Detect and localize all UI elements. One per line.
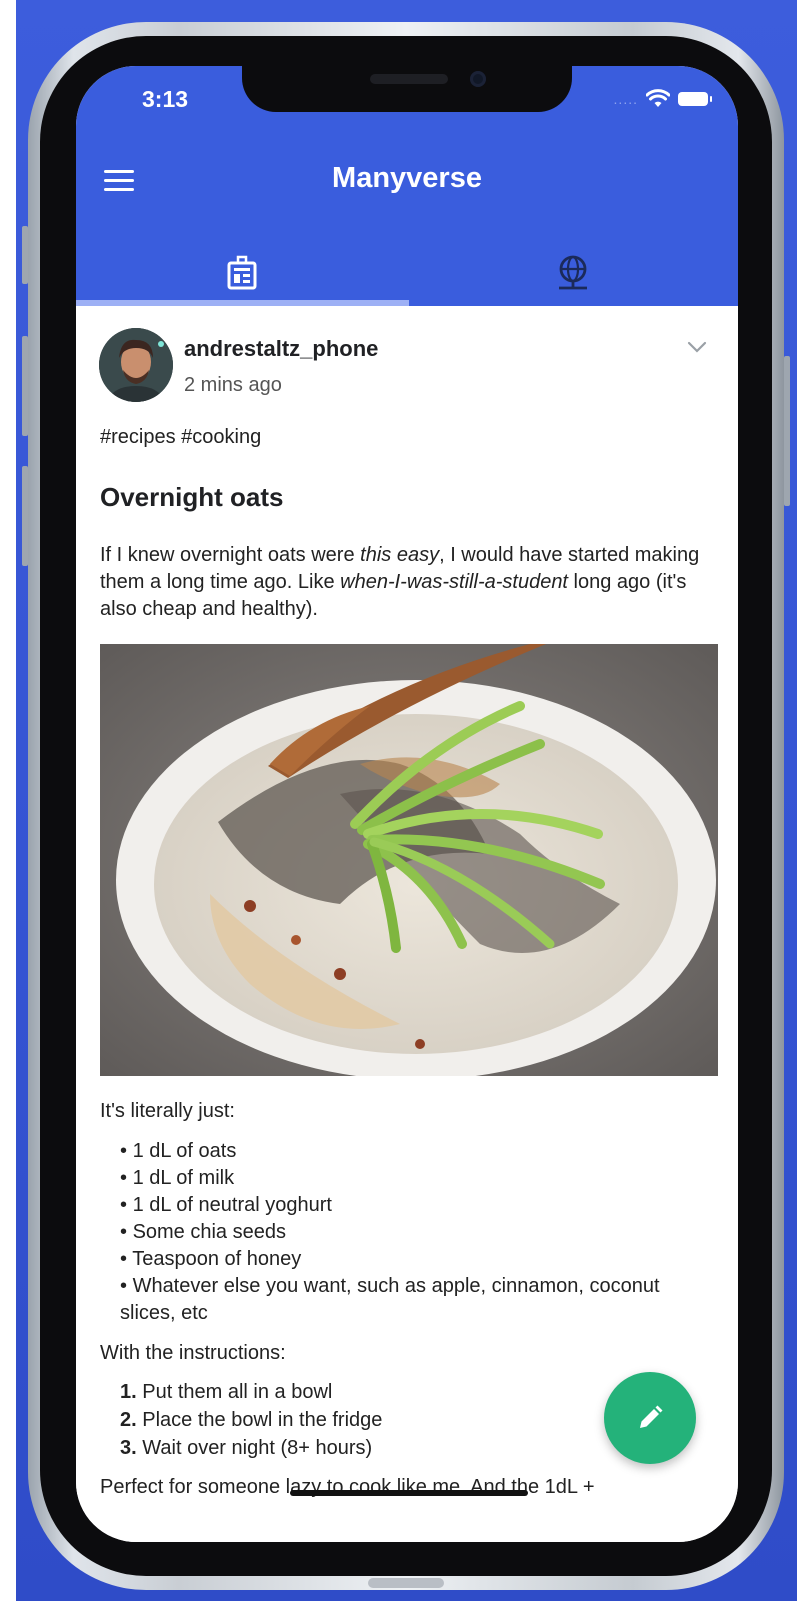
list-item: 1 dL of milk (120, 1165, 680, 1192)
status-indicators: ..... (613, 88, 712, 110)
page-left-edge (0, 0, 16, 1601)
power-button (784, 356, 790, 506)
app-title: Manyverse (332, 162, 482, 194)
list-item: Some chia seeds (120, 1219, 680, 1246)
volume-down-button (22, 466, 28, 566)
feed-post: andrestaltz_phone 2 mins ago #recipes #c… (76, 306, 738, 1542)
post-closing: Perfect for someone lazy to cook like me… (100, 1476, 595, 1498)
notch (242, 66, 572, 112)
instructions-list: 1. Put them all in a bowl 2. Place the b… (120, 1378, 382, 1462)
public-feed-icon (227, 255, 256, 290)
list-item: 3. Wait over night (8+ hours) (120, 1437, 373, 1459)
list-item: 1. Put them all in a bowl (120, 1381, 333, 1403)
status-time: 3:13 (142, 86, 189, 112)
tab-public-feed[interactable] (76, 240, 407, 306)
wifi-icon (646, 89, 670, 107)
silent-switch (22, 226, 28, 284)
app-bar: 3:13 ..... Manyverse (76, 66, 738, 306)
signal-dots: ..... (613, 91, 638, 107)
home-indicator[interactable] (290, 1490, 528, 1496)
tab-connections[interactable] (407, 240, 738, 306)
post-intro: If I knew overnight oats were this easy,… (100, 544, 700, 620)
post-timestamp: 2 mins ago (184, 374, 282, 396)
ingredient-list: 1 dL of oats 1 dL of milk 1 dL of neutra… (120, 1138, 680, 1327)
globe-network-icon (558, 255, 587, 290)
post-tags: #recipes #cooking (100, 426, 262, 448)
post-heading: Overnight oats (100, 482, 284, 512)
avatar[interactable] (99, 328, 173, 402)
author-name[interactable]: andrestaltz_phone (184, 336, 378, 362)
list-item: 1 dL of oats (120, 1138, 680, 1165)
list-item: 2. Place the bowl in the fridge (120, 1409, 383, 1431)
list-item: Teaspoon of honey (120, 1246, 680, 1273)
list-intro: It's literally just: (100, 1100, 235, 1122)
post-image[interactable] (100, 644, 718, 1076)
phone-bottom-detail (368, 1578, 444, 1588)
volume-up-button (22, 336, 28, 436)
phone-screen: 3:13 ..... Manyverse andrestaltz_phone 2… (76, 66, 738, 1542)
instructions-intro: With the instructions: (100, 1342, 286, 1364)
compose-button[interactable] (604, 1372, 696, 1464)
chevron-down-icon[interactable] (686, 340, 708, 354)
list-item: Whatever else you want, such as apple, c… (120, 1273, 680, 1327)
battery-icon (678, 92, 712, 106)
front-camera (470, 71, 486, 87)
speaker (370, 74, 448, 84)
pencil-icon (640, 1405, 663, 1428)
list-item: 1 dL of neutral yoghurt (120, 1192, 680, 1219)
